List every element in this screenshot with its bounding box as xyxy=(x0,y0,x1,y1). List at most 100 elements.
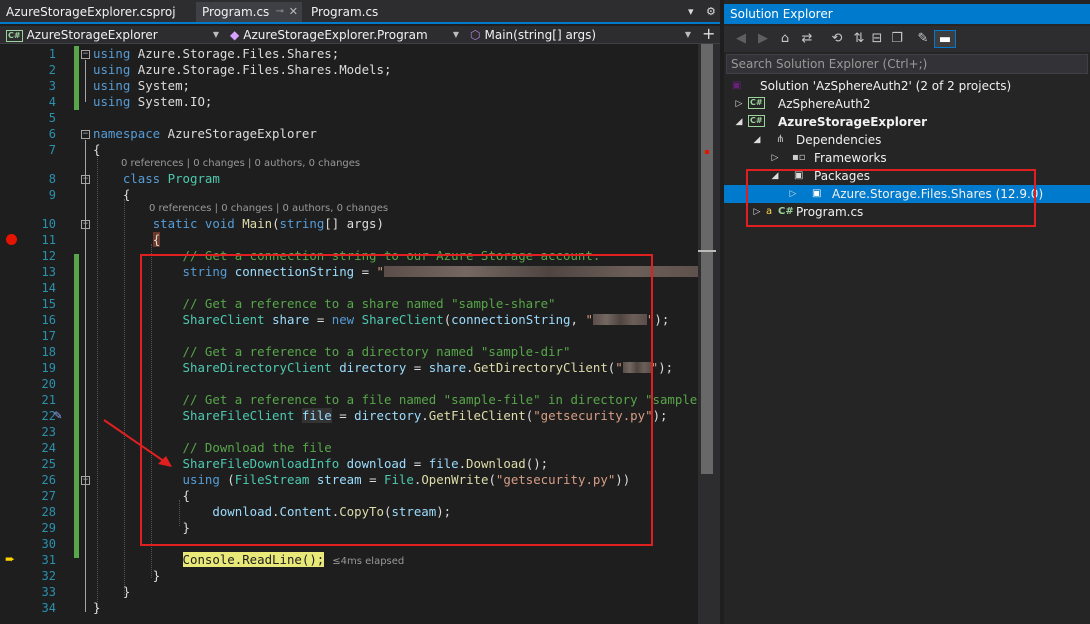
codelens-class[interactable]: 0 references | 0 changes | 0 authors, 0 … xyxy=(121,157,360,171)
home-icon[interactable]: ⌂ xyxy=(776,30,794,48)
dependencies-icon: ⋔ xyxy=(776,134,785,145)
sync-icon[interactable]: ⇅ xyxy=(850,30,868,48)
tab-label: Program.cs xyxy=(311,5,379,19)
code-area[interactable]: 1 2 3 4 5 6 7 8 9 10 11 12 13 14 15 16 17 18 19 20 21 22 23 24 2… xyxy=(22,44,698,624)
expand-arrow-icon[interactable]: ▷ xyxy=(788,185,798,203)
preview-selected-items-icon[interactable]: ▬ xyxy=(934,30,956,48)
tree-node-label: Program.cs xyxy=(796,205,864,219)
redacted-text xyxy=(383,266,698,277)
pending-changes-filter-icon[interactable]: ⟲ xyxy=(828,30,846,48)
annotation-arrow xyxy=(103,419,172,467)
tree-node-dependencies[interactable]: ◢ ⋔ Dependencies xyxy=(724,131,1090,149)
code-line-32: } xyxy=(152,568,161,583)
collapse-arrow-icon[interactable]: ◢ xyxy=(770,167,780,185)
pin-icon[interactable]: ⊸ xyxy=(276,2,284,22)
class-icon: ◆ xyxy=(230,28,240,42)
code-line-3: using System; xyxy=(93,78,190,93)
tree-node-label: AzSphereAuth2 xyxy=(778,97,871,111)
tab-overflow-icon[interactable]: ▾ xyxy=(688,2,694,22)
change-marker xyxy=(74,254,79,558)
line-number: 26 xyxy=(41,473,56,487)
switch-views-icon[interactable]: ⇄ xyxy=(798,30,816,48)
code-line-9: { xyxy=(122,187,131,202)
method-icon: ⬡ xyxy=(470,28,481,42)
tree-node-azsphereauth2[interactable]: ▷ C# AzSphereAuth2 xyxy=(724,95,1090,113)
package-icon: ▣ xyxy=(794,170,804,181)
code-line-21: // Get a reference to a file named "samp… xyxy=(182,392,698,407)
properties-wrench-icon[interactable]: ✎ xyxy=(914,30,932,48)
line-number: 17 xyxy=(41,329,56,343)
line-number: 5 xyxy=(48,111,56,125)
pane-splitter[interactable] xyxy=(716,44,720,624)
code-line-18: // Get a reference to a directory named … xyxy=(182,344,571,359)
line-number: 31 xyxy=(41,553,56,567)
perf-tip[interactable]: ≤4ms elapsed xyxy=(332,556,404,567)
collapse-icon[interactable]: − xyxy=(81,130,90,139)
settings-gear-icon[interactable]: ⚙ xyxy=(706,2,716,22)
quick-actions-icon[interactable]: ✎ xyxy=(54,408,62,423)
show-all-files-icon[interactable]: ❐ xyxy=(888,30,906,48)
tree-node-label: Packages xyxy=(814,169,870,183)
collapse-arrow-icon[interactable]: ◢ xyxy=(752,131,762,149)
line-number: 34 xyxy=(41,601,56,615)
tree-node-program-cs[interactable]: ▷ a C# Program.cs xyxy=(724,203,1090,221)
breakpoint-marker xyxy=(705,150,709,154)
close-icon[interactable]: ✕ xyxy=(289,2,298,22)
code-editor: AzureStorageExplorer.csproj Program.cs ⊸ ✕… xyxy=(0,0,720,624)
current-statement: Console.ReadLine(); xyxy=(182,552,325,567)
code-line-8: class Program xyxy=(122,171,220,186)
document-tab-bar: AzureStorageExplorer.csproj Program.cs ⊸ ✕… xyxy=(0,0,720,24)
expand-arrow-icon[interactable]: ▷ xyxy=(752,203,762,221)
tree-node-packages[interactable]: ◢ ▣ Packages xyxy=(724,167,1090,185)
tree-node-label: Solution 'AzSphereAuth2' (2 of 2 project… xyxy=(760,79,1012,93)
glyph-margin[interactable]: ➨ xyxy=(0,44,22,624)
csharp-project-icon: C# xyxy=(6,30,23,42)
editor-vertical-scrollbar[interactable] xyxy=(698,44,716,624)
code-line-2: using Azure.Storage.Files.Shares.Models; xyxy=(93,62,392,77)
code-line-33: } xyxy=(122,584,131,599)
line-number: 12 xyxy=(41,249,56,263)
member-dropdown[interactable]: ⬡ Main(string[] args) ▼ xyxy=(466,27,694,43)
tab-csproj[interactable]: AzureStorageExplorer.csproj xyxy=(0,2,194,22)
tree-node-label: Frameworks xyxy=(814,151,887,165)
csharp-project-icon: C# xyxy=(748,97,765,109)
code-line-11: { xyxy=(152,232,161,247)
solution-icon: ▣ xyxy=(732,80,742,91)
tree-node-frameworks[interactable]: ▷ ▪▫ Frameworks xyxy=(724,149,1090,167)
expand-arrow-icon[interactable]: ▷ xyxy=(770,149,780,167)
line-number: 7 xyxy=(48,143,56,157)
tab-program-cs-active[interactable]: Program.cs ⊸ ✕ xyxy=(196,2,302,22)
navigation-bar: C# AzureStorageExplorer ▼ ◆ AzureStorageExp… xyxy=(0,24,720,44)
solution-explorer-search-input[interactable]: Search Solution Explorer (Ctrl+;) xyxy=(726,54,1088,74)
tab-program-cs[interactable]: Program.cs xyxy=(305,2,405,22)
tree-node-azure-storage-files-shares[interactable]: ▷ ▣ Azure.Storage.Files.Shares (12.9.0) xyxy=(724,185,1090,203)
class-dropdown-label: AzureStorageExplorer.Program xyxy=(243,28,428,42)
project-dropdown[interactable]: C# AzureStorageExplorer ▼ xyxy=(2,27,222,43)
codelens-method[interactable]: 0 references | 0 changes | 0 authors, 0 … xyxy=(149,202,388,216)
line-number: 23 xyxy=(41,425,56,439)
line-number: 29 xyxy=(41,521,56,535)
member-dropdown-label: Main(string[] args) xyxy=(484,28,597,42)
breakpoint-icon[interactable] xyxy=(6,234,17,245)
split-editor-icon[interactable]: + xyxy=(702,24,715,44)
class-dropdown[interactable]: ◆ AzureStorageExplorer.Program ▼ xyxy=(226,27,462,43)
collapse-icon[interactable]: − xyxy=(81,50,90,59)
code-line-7: { xyxy=(93,142,101,157)
tree-node-label: Azure.Storage.Files.Shares (12.9.0) xyxy=(832,187,1044,201)
tree-node-label: AzureStorageExplorer xyxy=(778,115,928,129)
code-line-29: } xyxy=(182,520,190,535)
scrollbar-thumb[interactable] xyxy=(701,44,713,474)
code-line-10: static void Main(string[] args) xyxy=(152,216,384,231)
collapse-arrow-icon[interactable]: ◢ xyxy=(734,113,744,131)
expand-arrow-icon[interactable]: ▷ xyxy=(734,95,744,113)
code-line-4: using System.IO; xyxy=(93,94,213,109)
forward-icon[interactable]: ▶ xyxy=(754,30,772,48)
tree-node-azurestorageexplorer[interactable]: ◢ C# AzureStorageExplorer xyxy=(724,113,1090,131)
tree-node-solution[interactable]: ▣ Solution 'AzSphereAuth2' (2 of 2 proje… xyxy=(724,77,1090,95)
collapse-all-icon[interactable]: ⊟ xyxy=(868,30,886,48)
code-line-19: ShareDirectoryClient directory = share.G… xyxy=(182,360,674,375)
back-icon[interactable]: ◀ xyxy=(732,30,750,48)
solution-explorer-title[interactable]: Solution Explorer xyxy=(724,4,1090,24)
chevron-down-icon: ▼ xyxy=(452,30,459,39)
fold-line xyxy=(85,60,86,102)
